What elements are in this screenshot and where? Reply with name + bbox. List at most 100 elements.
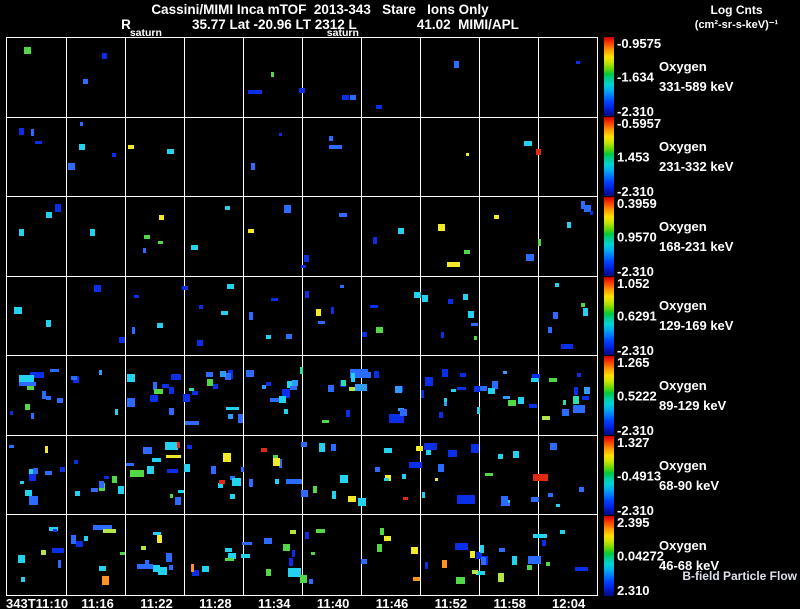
- data-point: [339, 284, 344, 289]
- data-point: [434, 478, 439, 482]
- time-gridline: [479, 117, 480, 197]
- data-point: [211, 466, 217, 475]
- data-point: [573, 386, 578, 395]
- species-name: Oxygen: [659, 458, 707, 474]
- data-point: [328, 384, 334, 392]
- data-point: [583, 307, 589, 316]
- data-point: [531, 373, 541, 379]
- data-point: [394, 385, 403, 393]
- time-gridline: [125, 276, 126, 356]
- data-point: [560, 344, 574, 349]
- data-point: [518, 397, 525, 404]
- time-gridline: [184, 435, 185, 515]
- time-tick-label: 11:46: [375, 596, 409, 609]
- data-point: [373, 236, 378, 244]
- data-point: [169, 407, 175, 415]
- data-point: [542, 416, 550, 420]
- data-point: [424, 561, 428, 569]
- energy-range: 231-332 keV: [659, 158, 734, 174]
- colorbar: [604, 276, 614, 356]
- time-gridline: [184, 515, 185, 595]
- data-point: [502, 370, 507, 375]
- colorbar: [604, 356, 614, 436]
- data-point: [177, 489, 185, 493]
- time-tick-label: 11:58: [493, 596, 526, 609]
- data-point: [99, 566, 106, 571]
- data-point: [167, 468, 179, 473]
- data-point: [263, 537, 273, 545]
- data-point: [224, 557, 235, 562]
- colorbar-legend: Log Cnts (cm²-sr-s-keV)⁻¹: [673, 3, 800, 33]
- data-point: [18, 381, 36, 386]
- data-point: [94, 284, 102, 292]
- data-point: [273, 454, 279, 459]
- data-point: [261, 384, 266, 390]
- data-point: [537, 238, 542, 247]
- data-point: [583, 387, 591, 395]
- bfield-particle-flow-label: B-field Particle Flow: [682, 569, 797, 583]
- data-point: [168, 387, 174, 394]
- data-point: [468, 310, 475, 318]
- data-point: [226, 284, 234, 289]
- data-point: [464, 249, 470, 254]
- data-point: [41, 549, 46, 555]
- data-point: [129, 470, 145, 478]
- data-point: [270, 397, 279, 403]
- data-point: [143, 248, 147, 253]
- data-point: [290, 530, 296, 534]
- data-point: [24, 490, 33, 497]
- data-point: [166, 149, 175, 155]
- data-point: [512, 451, 519, 459]
- data-point: [278, 395, 287, 403]
- species-name: Oxygen: [659, 58, 707, 74]
- cassini-mimi-display: Cassini/MIMI Inca mTOF 2013-343 Stare Io…: [0, 0, 800, 609]
- time-gridline: [361, 276, 362, 356]
- data-point: [370, 305, 378, 309]
- data-point: [250, 163, 255, 171]
- energy-range: 89-129 keV: [659, 398, 727, 414]
- data-point: [547, 493, 554, 498]
- colorbar-max-label: 1.052: [617, 275, 650, 291]
- time-gridline: [125, 197, 126, 276]
- spectrogram-panel-89-129-keV: [7, 356, 597, 436]
- data-point: [103, 528, 116, 533]
- data-point: [67, 163, 75, 170]
- colorbar-max-label: -0.9575: [617, 36, 662, 51]
- data-point: [340, 379, 347, 387]
- data-point: [304, 532, 309, 539]
- data-point: [31, 412, 35, 420]
- data-point: [54, 204, 62, 213]
- data-point: [249, 478, 254, 488]
- data-point: [126, 373, 135, 383]
- data-point: [362, 332, 367, 337]
- data-point: [497, 573, 505, 582]
- data-point: [247, 228, 255, 233]
- time-tick-label: 11:34: [257, 596, 291, 609]
- data-point: [476, 406, 480, 415]
- time-gridline: [302, 197, 303, 276]
- data-point: [471, 322, 479, 327]
- orbit-parameters-line: Rsaturn35.77 Lat -20.96 LT 2312 Lsaturn4…: [0, 17, 640, 39]
- data-point: [190, 563, 195, 573]
- data-point: [456, 576, 465, 584]
- time-gridline: [125, 38, 126, 117]
- data-point: [411, 546, 419, 554]
- data-point: [473, 335, 478, 341]
- data-point: [318, 320, 326, 325]
- data-point: [581, 395, 590, 400]
- colorbar: [604, 196, 614, 276]
- data-point: [150, 394, 159, 403]
- data-point: [311, 552, 316, 556]
- data-point: [375, 327, 383, 334]
- data-point: [448, 450, 457, 458]
- data-point: [14, 307, 23, 315]
- time-gridline: [184, 38, 185, 117]
- data-point: [284, 408, 288, 414]
- data-point: [118, 485, 124, 494]
- data-point: [184, 463, 190, 472]
- data-point: [174, 497, 181, 505]
- data-point: [245, 370, 254, 378]
- data-point: [237, 413, 243, 423]
- time-gridline: [184, 117, 185, 197]
- time-gridline: [420, 197, 421, 276]
